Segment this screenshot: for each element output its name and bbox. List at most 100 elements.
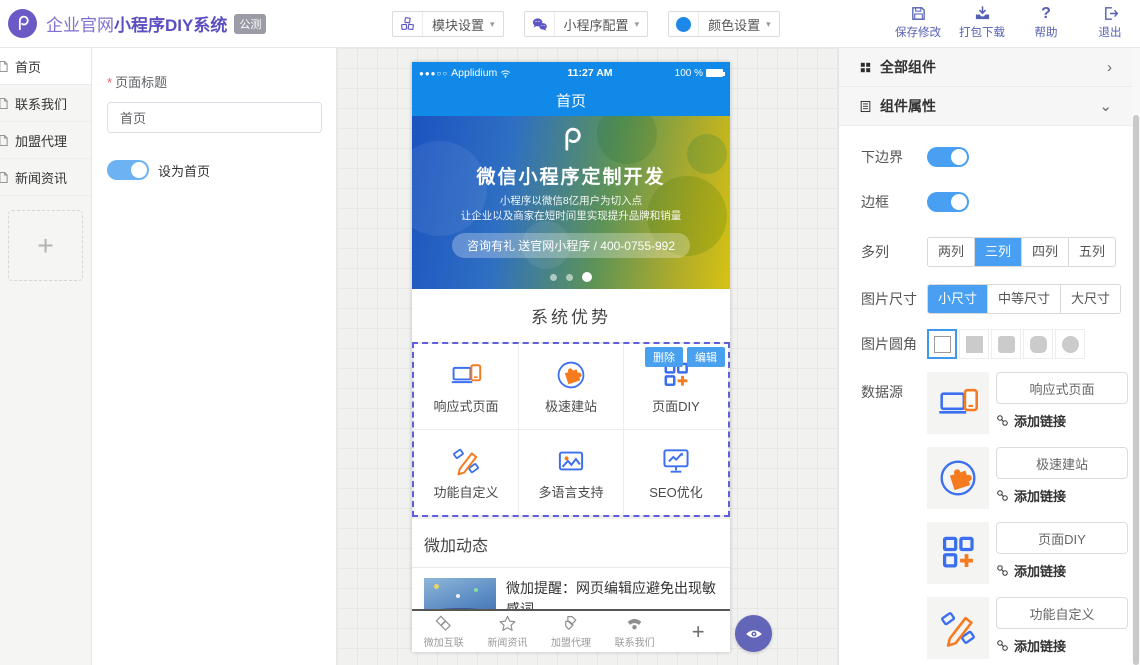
feature-cell[interactable]: SEO优化	[624, 430, 728, 515]
add-link-button[interactable]: 添加链接	[996, 486, 1128, 505]
color-circle-icon	[669, 12, 699, 36]
set-home-toggle[interactable]	[107, 160, 149, 180]
link-icon	[996, 489, 1009, 502]
add-page-button[interactable]: +	[8, 210, 83, 281]
data-source-item: 添加链接	[927, 522, 1128, 584]
tab-add[interactable]: +	[666, 611, 730, 652]
radius-option-circle[interactable]	[1055, 329, 1085, 359]
puzzle-icon	[555, 359, 587, 391]
columns-option-5[interactable]: 五列	[1068, 238, 1115, 266]
carousel-dot[interactable]	[566, 274, 573, 281]
add-link-button[interactable]: 添加链接	[996, 636, 1128, 655]
save-button[interactable]: 保存修改	[892, 5, 944, 40]
banner-title: 微信小程序定制开发	[412, 162, 730, 189]
preview-button[interactable]	[735, 615, 772, 652]
carousel-dot-active[interactable]	[582, 272, 592, 282]
page-icon	[0, 134, 10, 147]
menu-label: 模块设置	[423, 15, 490, 34]
set-home-row: 设为首页	[107, 160, 336, 180]
add-link-button[interactable]: 添加链接	[996, 561, 1128, 580]
tab-news[interactable]: 新闻资讯	[476, 611, 540, 652]
banner-subtitle: 小程序以微信8亿用户为切入点 让企业以及商家在短时间里实现提升品牌和销量	[412, 194, 730, 224]
phone-icon	[625, 614, 644, 633]
size-option-small[interactable]: 小尺寸	[928, 285, 987, 313]
selected-component-grid[interactable]: 删除 编辑 响应式页面 极速建站 页面DIY	[412, 342, 730, 517]
miniprogram-config-menu[interactable]: 小程序配置 ▾	[524, 11, 649, 37]
diamonds-icon	[434, 614, 453, 633]
picture-icon	[555, 445, 587, 477]
plus-icon: +	[692, 622, 705, 642]
page-icon	[0, 60, 10, 73]
page-scrollbar	[1132, 48, 1140, 665]
battery-level: 100 %	[675, 68, 723, 79]
radius-option-slight[interactable]	[991, 329, 1021, 359]
feature-grid: 响应式页面 极速建站 页面DIY 功能自定义	[414, 344, 728, 515]
page-title-input[interactable]	[107, 102, 322, 133]
inspector-panel: 全部组件 › 组件属性 ⌄ 下边界 边框 多列 两列 三列 四列	[838, 48, 1132, 665]
exit-button[interactable]: 退出	[1084, 5, 1136, 40]
page-settings-panel: *页面标题 设为首页	[92, 48, 337, 665]
menu-label: 颜色设置	[699, 15, 766, 34]
phone-preview: ●●●○○ Applidium 11:27 AM 100 % 首页 微信小程序定…	[412, 62, 730, 652]
data-source-title-input[interactable]	[996, 522, 1128, 554]
header-menus: 模块设置 ▾ 小程序配置 ▾ 颜色设置 ▾	[392, 11, 780, 37]
delete-component-button[interactable]: 删除	[645, 347, 683, 367]
exit-icon	[1102, 5, 1119, 22]
header-actions: 保存修改 打包下载 ? 帮助 退出	[892, 5, 1136, 40]
columns-option-3[interactable]: 三列	[974, 238, 1021, 266]
data-source-title-input[interactable]	[996, 597, 1128, 629]
data-source-title-input[interactable]	[996, 372, 1128, 404]
pages-sidebar: 首页 联系我们 加盟代理 新闻资讯 +	[0, 48, 92, 665]
image-size-segmented: 小尺寸 中等尺寸 大尺寸	[927, 284, 1121, 314]
feature-cell[interactable]: 多语言支持	[519, 430, 623, 515]
tab-contact[interactable]: 联系我们	[603, 611, 667, 652]
radius-option-rounded[interactable]	[1023, 329, 1053, 359]
app-logo: 企业官网小程序DIY系统 公测	[8, 9, 266, 38]
tab-weijia[interactable]: 微加互联	[412, 611, 476, 652]
data-source-title-input[interactable]	[996, 447, 1128, 479]
download-icon	[974, 5, 991, 22]
feature-cell[interactable]: 响应式页面	[414, 344, 518, 429]
columns-option-4[interactable]: 四列	[1021, 238, 1068, 266]
menu-label: 小程序配置	[555, 15, 635, 34]
chevron-right-icon: ›	[1107, 59, 1112, 76]
size-option-medium[interactable]: 中等尺寸	[987, 285, 1060, 313]
add-link-button[interactable]: 添加链接	[996, 411, 1128, 430]
help-button[interactable]: ? 帮助	[1020, 5, 1072, 40]
news-section-title: 微加动态	[412, 519, 730, 568]
carousel-dot[interactable]	[550, 274, 557, 281]
scrollbar-thumb[interactable]	[1133, 115, 1139, 665]
link-icon	[996, 639, 1009, 652]
size-option-large[interactable]: 大尺寸	[1060, 285, 1120, 313]
sidebar-item-contact[interactable]: 联系我们	[0, 85, 91, 122]
puzzle-icon	[927, 447, 989, 509]
feature-cell[interactable]: 极速建站	[519, 344, 623, 429]
sidebar-item-agency[interactable]: 加盟代理	[0, 122, 91, 159]
feature-cell[interactable]: 功能自定义	[414, 430, 518, 515]
sidebar-item-home[interactable]: 首页	[0, 48, 91, 85]
data-source-list: 添加链接 添加链接	[927, 372, 1128, 665]
columns-segmented: 两列 三列 四列 五列	[927, 237, 1116, 267]
download-button[interactable]: 打包下载	[956, 5, 1008, 40]
page-icon	[0, 171, 10, 184]
columns-option-2[interactable]: 两列	[928, 238, 974, 266]
all-components-header[interactable]: 全部组件 ›	[839, 48, 1132, 87]
save-icon	[910, 5, 927, 22]
app-title-bold: 小程序DIY系统	[114, 11, 227, 36]
required-asterisk: *	[107, 75, 112, 90]
sidebar-item-news[interactable]: 新闻资讯	[0, 159, 91, 196]
data-source-item: 添加链接	[927, 447, 1128, 509]
banner-carousel[interactable]: 微信小程序定制开发 小程序以微信8亿用户为切入点 让企业以及商家在短时间里实现提…	[412, 116, 730, 289]
edit-component-button[interactable]: 编辑	[687, 347, 725, 367]
component-props-header[interactable]: 组件属性 ⌄	[839, 87, 1132, 126]
beta-badge: 公测	[234, 14, 266, 34]
radius-option-none[interactable]	[927, 329, 957, 359]
module-settings-menu[interactable]: 模块设置 ▾	[392, 11, 504, 37]
image-radius-row: 图片圆角	[861, 329, 1132, 359]
bottom-border-toggle[interactable]	[927, 147, 969, 167]
radius-option-square[interactable]	[959, 329, 989, 359]
border-toggle[interactable]	[927, 192, 969, 212]
color-settings-menu[interactable]: 颜色设置 ▾	[668, 11, 780, 37]
tab-agency[interactable]: 加盟代理	[539, 611, 603, 652]
signal-dots-icon: ●●●○○	[419, 69, 448, 78]
